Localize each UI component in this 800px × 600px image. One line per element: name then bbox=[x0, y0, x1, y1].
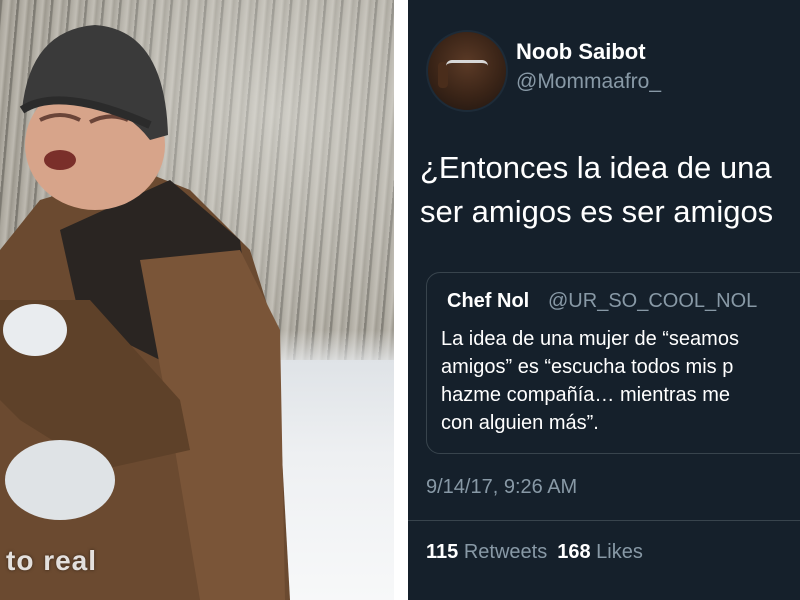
retweets-count: 115 bbox=[426, 541, 459, 563]
panel-divider bbox=[394, 0, 408, 600]
quoted-author-name: Chef Nol bbox=[447, 290, 530, 312]
author-handle[interactable]: @Mommaafro_ bbox=[516, 70, 661, 94]
retweets-stat[interactable]: 115 Retweets bbox=[426, 541, 547, 563]
quoted-author-handle: @UR_SO_COOL_NOL bbox=[548, 290, 758, 312]
quoted-text-line: hazme compañía… mientras me bbox=[441, 384, 731, 406]
author-avatar[interactable] bbox=[426, 30, 508, 112]
crying-man-illustration bbox=[0, 25, 290, 600]
engagement-stats: 115 Retweets 168 Likes bbox=[426, 541, 643, 564]
quoted-text-line: La idea de una mujer de “seamos bbox=[441, 328, 739, 350]
retweets-label: Retweets bbox=[463, 541, 548, 563]
tweet-text: ¿Entonces la idea de una ser amigos es s… bbox=[420, 146, 800, 234]
quoted-tweet[interactable]: Chef Nol @UR_SO_COOL_NOL La idea de una … bbox=[426, 272, 800, 454]
stats-divider bbox=[408, 520, 800, 521]
quoted-text-line: amigos” es “escucha todos mis p bbox=[441, 356, 734, 378]
quoted-text-line: con alguien más”. bbox=[441, 412, 599, 434]
likes-label: Likes bbox=[596, 541, 643, 563]
quoted-tweet-text: La idea de una mujer de “seamos amigos” … bbox=[441, 325, 800, 437]
likes-count: 168 bbox=[557, 541, 591, 563]
tweet-timestamp[interactable]: 9/14/17, 9:26 AM bbox=[426, 476, 577, 499]
tweet-text-line: ser amigos es ser amigos bbox=[420, 194, 774, 229]
meme-photo: to real bbox=[0, 0, 394, 600]
tweet-card: Noob Saibot @Mommaafro_ ¿Entonces la ide… bbox=[408, 0, 800, 600]
avatar-glasses bbox=[446, 60, 488, 73]
likes-stat[interactable]: 168 Likes bbox=[557, 541, 643, 563]
tweet-text-line: ¿Entonces la idea de una bbox=[420, 150, 772, 185]
photo-watermark: to real bbox=[6, 545, 98, 576]
author-display-name[interactable]: Noob Saibot bbox=[516, 39, 646, 65]
